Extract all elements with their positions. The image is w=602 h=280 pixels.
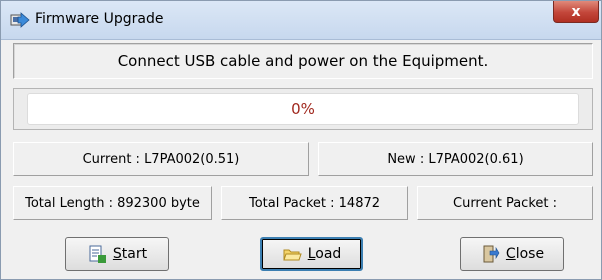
current-packet-label: Current Packet : (417, 186, 593, 220)
progress-label: 0% (291, 100, 315, 118)
load-button-label: Load (307, 246, 342, 262)
close-icon: x (571, 3, 581, 20)
close-button[interactable]: Close (460, 237, 564, 271)
current-version-label: Current : L7PA002(0.51) (13, 142, 309, 176)
start-button[interactable]: Start (65, 237, 169, 271)
exit-door-icon (480, 244, 500, 264)
load-button[interactable]: Load (260, 237, 363, 271)
status-message: Connect USB cable and power on the Equip… (13, 43, 593, 79)
total-length-label: Total Length : 892300 byte (13, 186, 212, 220)
window-title: Firmware Upgrade (35, 11, 164, 27)
progress-bar: 0% (27, 93, 579, 125)
title-bar[interactable]: Firmware Upgrade x (1, 1, 601, 40)
firmware-upgrade-window: Firmware Upgrade x Connect USB cable and… (0, 0, 602, 280)
close-button-label: Close (505, 246, 545, 262)
total-packet-label: Total Packet : 14872 (221, 186, 408, 220)
progress-panel: 0% (13, 88, 593, 130)
new-version-label: New : L7PA002(0.61) (318, 142, 593, 176)
firmware-upgrade-icon (9, 9, 31, 31)
folder-open-icon (282, 244, 302, 264)
start-icon (87, 244, 107, 264)
start-button-label: Start (112, 246, 148, 262)
window-close-button[interactable]: x (553, 1, 599, 23)
